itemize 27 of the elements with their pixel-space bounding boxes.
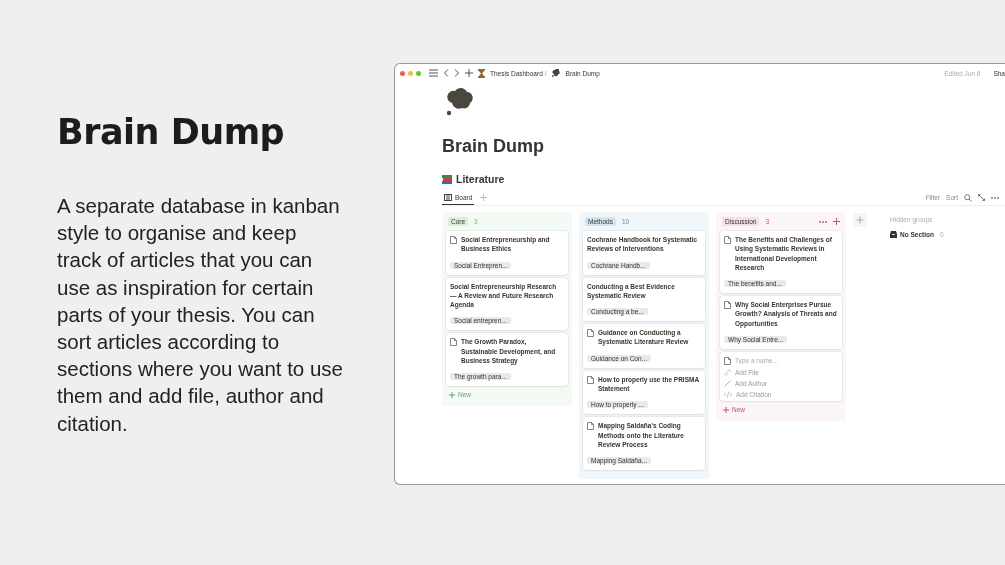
- page-title: Brain Dump: [442, 136, 545, 157]
- link-icon: [724, 369, 731, 377]
- add-icon[interactable]: [480, 194, 488, 201]
- inbox-icon: [890, 231, 897, 238]
- database-title: Literature: [456, 173, 505, 185]
- add-icon[interactable]: [833, 218, 840, 225]
- books-icon: [442, 174, 452, 184]
- more-icon[interactable]: [991, 196, 999, 199]
- slide-title: Brain Dump: [57, 112, 286, 152]
- pencil-icon: [724, 380, 731, 388]
- description: A separate database in kanban style to organise and keep track of articles that you can use as inspiration for certain parts of your thesis. You can sort articles according to sections where you want to use them and add file, author and citation.: [57, 193, 345, 437]
- more-icon[interactable]: [819, 220, 827, 223]
- back-icon[interactable]: [443, 69, 449, 77]
- expand-icon[interactable]: [978, 194, 985, 201]
- hourglass-icon: [478, 68, 485, 78]
- add-icon: [449, 391, 455, 398]
- search-icon[interactable]: [964, 193, 972, 202]
- board-icon: [444, 193, 452, 201]
- add-icon[interactable]: [465, 69, 473, 77]
- add-group-button[interactable]: [853, 213, 867, 227]
- window-controls[interactable]: [400, 70, 421, 76]
- document-icon: [724, 357, 731, 366]
- add-icon: [723, 406, 729, 413]
- thought-cloud-icon: [551, 69, 561, 77]
- code-icon: [724, 391, 732, 399]
- menu-icon[interactable]: [429, 69, 438, 77]
- forward-icon[interactable]: [454, 69, 460, 77]
